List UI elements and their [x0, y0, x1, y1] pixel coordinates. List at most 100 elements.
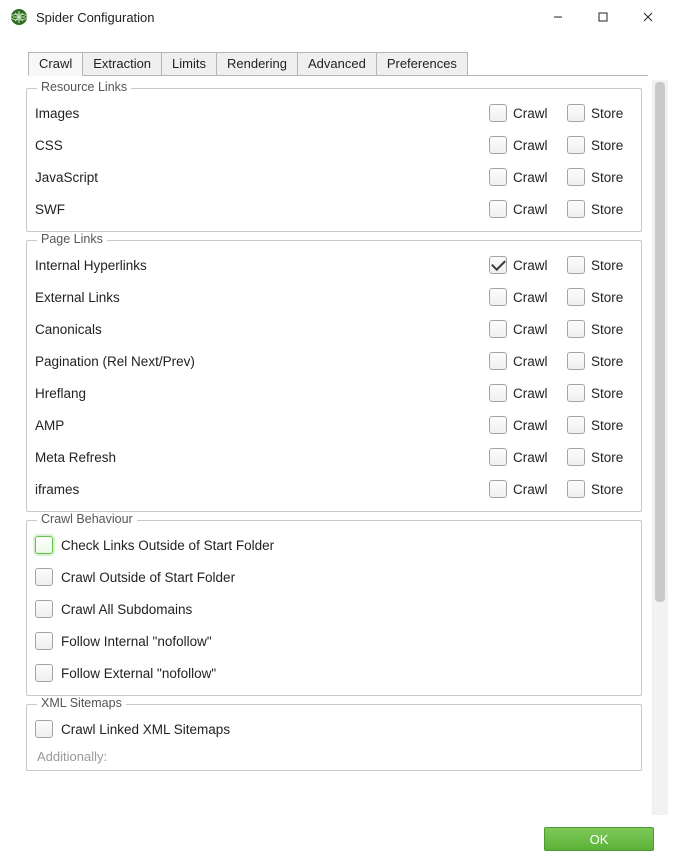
row-label: Pagination (Rel Next/Prev)	[35, 354, 489, 369]
label-store: Store	[591, 138, 623, 153]
row-crawl-outside: Crawl Outside of Start Folder	[35, 561, 633, 593]
group-page-links: Page Links Internal Hyperlinks Crawl Sto…	[26, 240, 642, 512]
label-crawl: Crawl	[513, 202, 548, 217]
row-iframes: iframes Crawl Store	[35, 473, 633, 505]
checkbox-crawl[interactable]	[489, 104, 507, 122]
tab-crawl[interactable]: Crawl	[28, 52, 83, 76]
label-crawl: Crawl	[513, 450, 548, 465]
row-follow-internal-nofollow: Follow Internal "nofollow"	[35, 625, 633, 657]
row-crawl-linked-xml: Crawl Linked XML Sitemaps	[35, 713, 633, 745]
group-legend: XML Sitemaps	[37, 696, 126, 710]
checkbox-crawl[interactable]	[489, 136, 507, 154]
checkbox[interactable]	[35, 536, 53, 554]
row-label: JavaScript	[35, 170, 489, 185]
row-hreflang: Hreflang Crawl Store	[35, 377, 633, 409]
row-external-links: External Links Crawl Store	[35, 281, 633, 313]
label-crawl: Crawl	[513, 354, 548, 369]
scrollbar[interactable]	[652, 80, 668, 815]
row-label: Hreflang	[35, 386, 489, 401]
label-crawl: Crawl	[513, 482, 548, 497]
row-label: Crawl Outside of Start Folder	[61, 570, 235, 585]
label-store: Store	[591, 386, 623, 401]
ok-button[interactable]: OK	[544, 827, 654, 851]
row-label: Crawl Linked XML Sitemaps	[61, 722, 230, 737]
checkbox-store[interactable]	[567, 416, 585, 434]
group-crawl-behaviour: Crawl Behaviour Check Links Outside of S…	[26, 520, 642, 696]
xml-subtext: Additionally:	[35, 745, 633, 768]
label-crawl: Crawl	[513, 258, 548, 273]
titlebar: Spider Configuration	[0, 0, 678, 34]
row-check-links-outside: Check Links Outside of Start Folder	[35, 529, 633, 561]
tab-advanced[interactable]: Advanced	[297, 52, 377, 75]
checkbox[interactable]	[35, 664, 53, 682]
row-label: Check Links Outside of Start Folder	[61, 538, 274, 553]
row-label: Canonicals	[35, 322, 489, 337]
checkbox[interactable]	[35, 568, 53, 586]
checkbox-store[interactable]	[567, 288, 585, 306]
row-label: SWF	[35, 202, 489, 217]
row-label: iframes	[35, 482, 489, 497]
checkbox-store[interactable]	[567, 256, 585, 274]
checkbox-store[interactable]	[567, 168, 585, 186]
checkbox-crawl[interactable]	[489, 384, 507, 402]
tab-page-crawl: Resource Links Images Crawl Store CSS Cr…	[18, 80, 648, 815]
row-label: AMP	[35, 418, 489, 433]
checkbox-crawl[interactable]	[489, 352, 507, 370]
row-label: Follow External "nofollow"	[61, 666, 216, 681]
label-store: Store	[591, 170, 623, 185]
checkbox[interactable]	[35, 600, 53, 618]
row-pagination: Pagination (Rel Next/Prev) Crawl Store	[35, 345, 633, 377]
checkbox-store[interactable]	[567, 136, 585, 154]
tabstrip: Crawl Extraction Limits Rendering Advanc…	[28, 52, 648, 76]
checkbox-store[interactable]	[567, 384, 585, 402]
checkbox-store[interactable]	[567, 104, 585, 122]
checkbox-store[interactable]	[567, 200, 585, 218]
row-label: Meta Refresh	[35, 450, 489, 465]
row-javascript: JavaScript Crawl Store	[35, 161, 633, 193]
group-legend: Crawl Behaviour	[37, 512, 137, 526]
label-crawl: Crawl	[513, 418, 548, 433]
checkbox-crawl[interactable]	[489, 288, 507, 306]
tab-rendering[interactable]: Rendering	[216, 52, 298, 75]
label-crawl: Crawl	[513, 386, 548, 401]
checkbox-crawl[interactable]	[489, 480, 507, 498]
row-label: Crawl All Subdomains	[61, 602, 192, 617]
checkbox-crawl[interactable]	[489, 416, 507, 434]
label-crawl: Crawl	[513, 106, 548, 121]
app-icon	[10, 8, 28, 26]
tab-preferences[interactable]: Preferences	[376, 52, 468, 75]
checkbox-crawl[interactable]	[489, 168, 507, 186]
row-canonicals: Canonicals Crawl Store	[35, 313, 633, 345]
window-title: Spider Configuration	[36, 10, 155, 25]
row-images: Images Crawl Store	[35, 97, 633, 129]
row-label: Follow Internal "nofollow"	[61, 634, 212, 649]
group-resource-links: Resource Links Images Crawl Store CSS Cr…	[26, 88, 642, 232]
maximize-button[interactable]	[580, 2, 625, 32]
label-crawl: Crawl	[513, 170, 548, 185]
tab-limits[interactable]: Limits	[161, 52, 217, 75]
dialog-body: Crawl Extraction Limits Rendering Advanc…	[0, 34, 678, 815]
checkbox-crawl[interactable]	[489, 448, 507, 466]
checkbox-crawl[interactable]	[489, 256, 507, 274]
scroll-thumb[interactable]	[655, 82, 665, 602]
row-meta-refresh: Meta Refresh Crawl Store	[35, 441, 633, 473]
checkbox[interactable]	[35, 720, 53, 738]
tab-extraction[interactable]: Extraction	[82, 52, 162, 75]
footer: OK	[0, 815, 678, 863]
row-css: CSS Crawl Store	[35, 129, 633, 161]
label-store: Store	[591, 202, 623, 217]
minimize-button[interactable]	[535, 2, 580, 32]
checkbox-store[interactable]	[567, 352, 585, 370]
close-button[interactable]	[625, 2, 670, 32]
checkbox-crawl[interactable]	[489, 320, 507, 338]
checkbox-store[interactable]	[567, 480, 585, 498]
row-amp: AMP Crawl Store	[35, 409, 633, 441]
label-store: Store	[591, 322, 623, 337]
row-swf: SWF Crawl Store	[35, 193, 633, 225]
checkbox-store[interactable]	[567, 320, 585, 338]
checkbox-store[interactable]	[567, 448, 585, 466]
checkbox[interactable]	[35, 632, 53, 650]
checkbox-crawl[interactable]	[489, 200, 507, 218]
label-store: Store	[591, 482, 623, 497]
row-label: CSS	[35, 138, 489, 153]
